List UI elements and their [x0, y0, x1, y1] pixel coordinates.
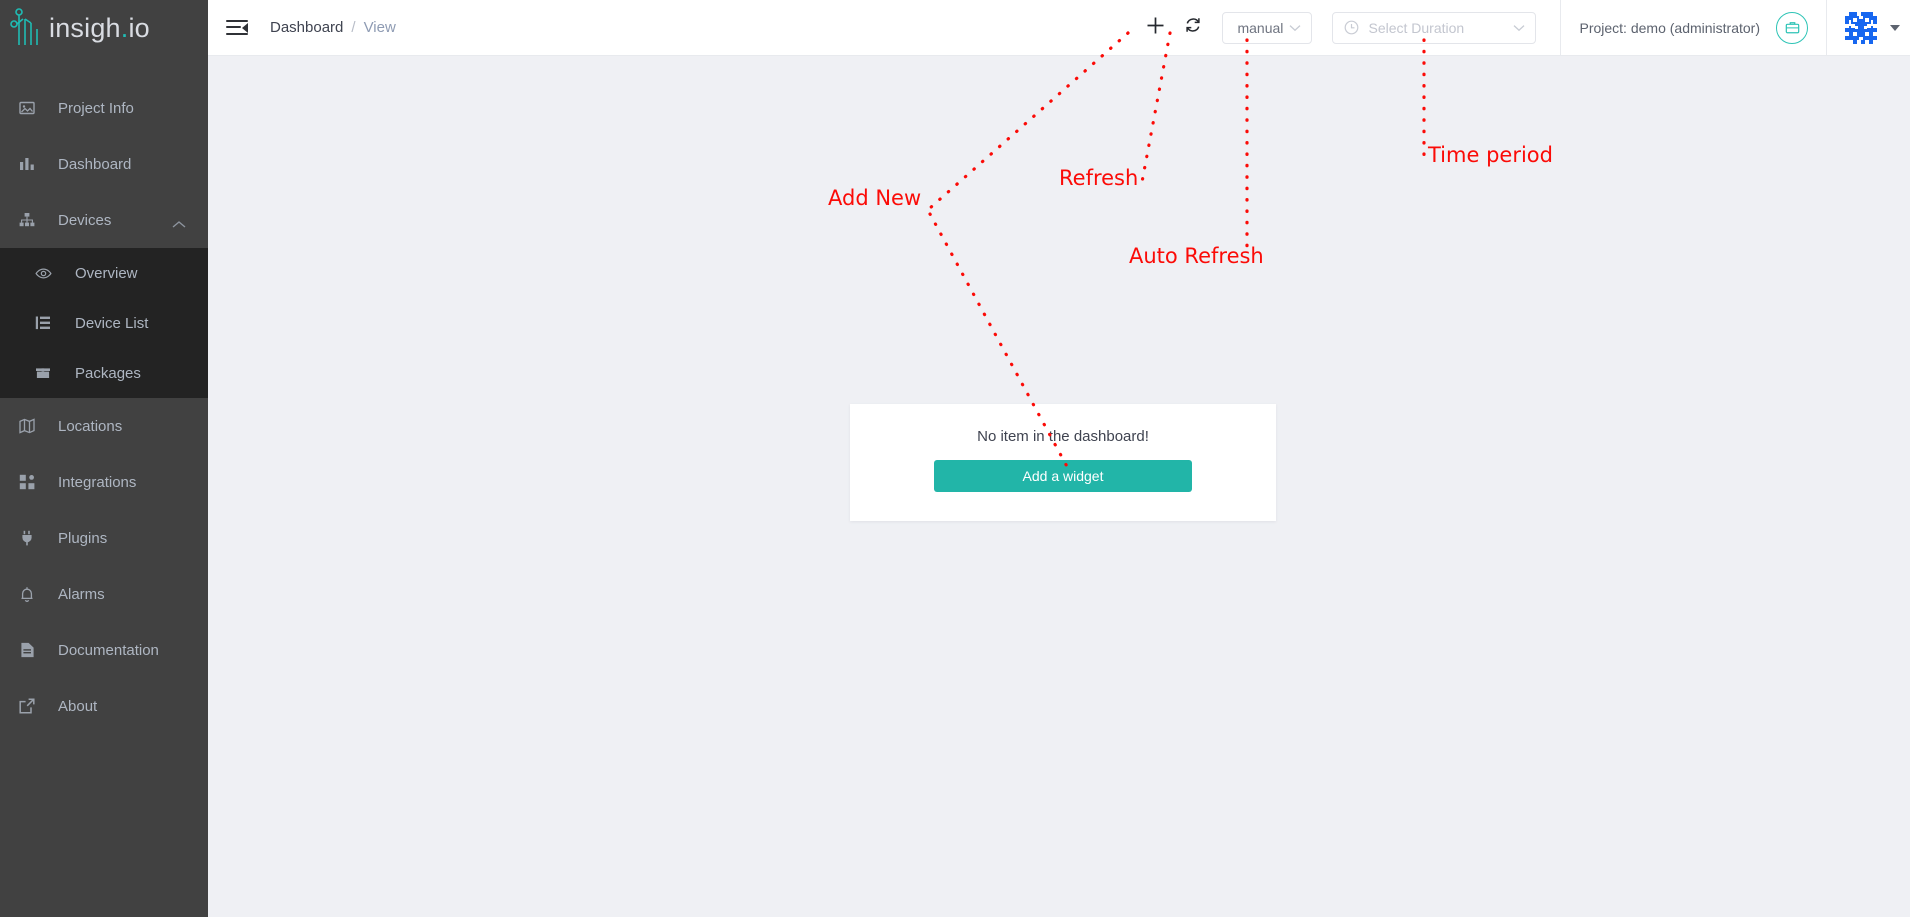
duration-select[interactable]: Select Duration	[1332, 11, 1537, 44]
add-new-button[interactable]	[1140, 13, 1170, 43]
user-menu[interactable]	[1827, 0, 1910, 56]
brand-name: insigh.io	[49, 12, 150, 43]
sidebar-item-label: Packages	[75, 364, 141, 382]
breadcrumb: Dashboard / View	[270, 19, 396, 36]
dashboard-content: No item in the dashboard! Add a widget	[208, 56, 1910, 917]
breadcrumb-current[interactable]: View	[364, 19, 396, 36]
sidebar-item-locations[interactable]: Locations	[0, 398, 208, 454]
sidebar-item-documentation[interactable]: Documentation	[0, 622, 208, 678]
sidebar: insigh.io Project Info Dashboard Devices…	[0, 0, 208, 917]
sidebar-item-label: Plugins	[58, 529, 108, 547]
plus-icon	[1146, 16, 1165, 40]
sidebar-item-alarms[interactable]: Alarms	[0, 566, 208, 622]
sidebar-item-packages[interactable]: Packages	[0, 348, 208, 398]
breadcrumb-root[interactable]: Dashboard	[270, 19, 343, 36]
box-icon	[30, 365, 56, 381]
clock-icon	[1344, 20, 1359, 35]
chevron-down-icon	[1513, 24, 1525, 32]
add-widget-button[interactable]: Add a widget	[934, 460, 1192, 492]
sidebar-item-overview[interactable]: Overview	[0, 248, 208, 298]
empty-dashboard-card: No item in the dashboard! Add a widget	[850, 404, 1276, 521]
identicon-avatar	[1841, 7, 1881, 48]
sidebar-item-label: Integrations	[58, 473, 137, 491]
sidebar-item-label: Alarms	[58, 585, 105, 603]
top-header: Dashboard / View manual Select Duration …	[208, 0, 1910, 56]
refresh-button[interactable]	[1178, 13, 1208, 43]
auto-refresh-value: manual	[1237, 19, 1284, 36]
sidebar-item-integrations[interactable]: Integrations	[0, 454, 208, 510]
sidebar-item-devices[interactable]: Devices	[0, 192, 208, 248]
sidebar-item-label: Documentation	[58, 641, 159, 659]
brand-logo[interactable]: insigh.io	[0, 0, 208, 56]
eye-icon	[30, 265, 56, 282]
sidebar-item-label: Project Info	[58, 99, 134, 117]
external-link-icon	[14, 698, 40, 714]
project-switch-button[interactable]	[1776, 11, 1808, 44]
briefcase-icon	[1785, 22, 1799, 34]
duration-placeholder: Select Duration	[1368, 19, 1465, 36]
document-icon	[14, 642, 40, 658]
sidebar-item-project-info[interactable]: Project Info	[0, 80, 208, 136]
chevron-down-icon	[1289, 24, 1301, 32]
sitemap-icon	[14, 212, 40, 228]
app-root: insigh.io Project Info Dashboard Devices…	[0, 0, 1910, 917]
hamburger-collapse-icon[interactable]	[226, 19, 248, 36]
project-label: Project: demo (administrator)	[1579, 19, 1760, 36]
insigh-logo-icon	[10, 8, 38, 45]
plug-icon	[14, 530, 40, 546]
bell-icon	[14, 586, 40, 603]
sidebar-item-about[interactable]: About	[0, 678, 208, 734]
sidebar-item-label: Devices	[58, 211, 112, 229]
sidebar-item-device-list[interactable]: Device List	[0, 298, 208, 348]
sidebar-item-label: Locations	[58, 417, 123, 435]
list-tree-icon	[30, 315, 56, 331]
breadcrumb-separator: /	[351, 19, 356, 36]
caret-down-icon	[1890, 24, 1900, 31]
sidebar-nav: Project Info Dashboard Devices Overview …	[0, 80, 208, 734]
sidebar-submenu-devices: Overview Device List Packages	[0, 248, 208, 398]
auto-refresh-select[interactable]: manual	[1222, 11, 1313, 44]
project-indicator: Project: demo (administrator)	[1561, 0, 1826, 56]
map-icon	[14, 418, 40, 434]
refresh-icon	[1184, 16, 1202, 39]
sidebar-item-plugins[interactable]: Plugins	[0, 510, 208, 566]
sidebar-item-label: Device List	[75, 314, 149, 332]
image-icon	[14, 100, 40, 116]
chevron-up-icon	[172, 216, 186, 234]
empty-dashboard-message: No item in the dashboard!	[977, 428, 1149, 445]
grid-icon	[14, 474, 40, 490]
sidebar-item-label: About	[58, 697, 98, 715]
sidebar-item-label: Dashboard	[58, 155, 132, 173]
bar-chart-icon	[14, 156, 40, 172]
sidebar-item-dashboard[interactable]: Dashboard	[0, 136, 208, 192]
sidebar-item-label: Overview	[75, 264, 138, 282]
